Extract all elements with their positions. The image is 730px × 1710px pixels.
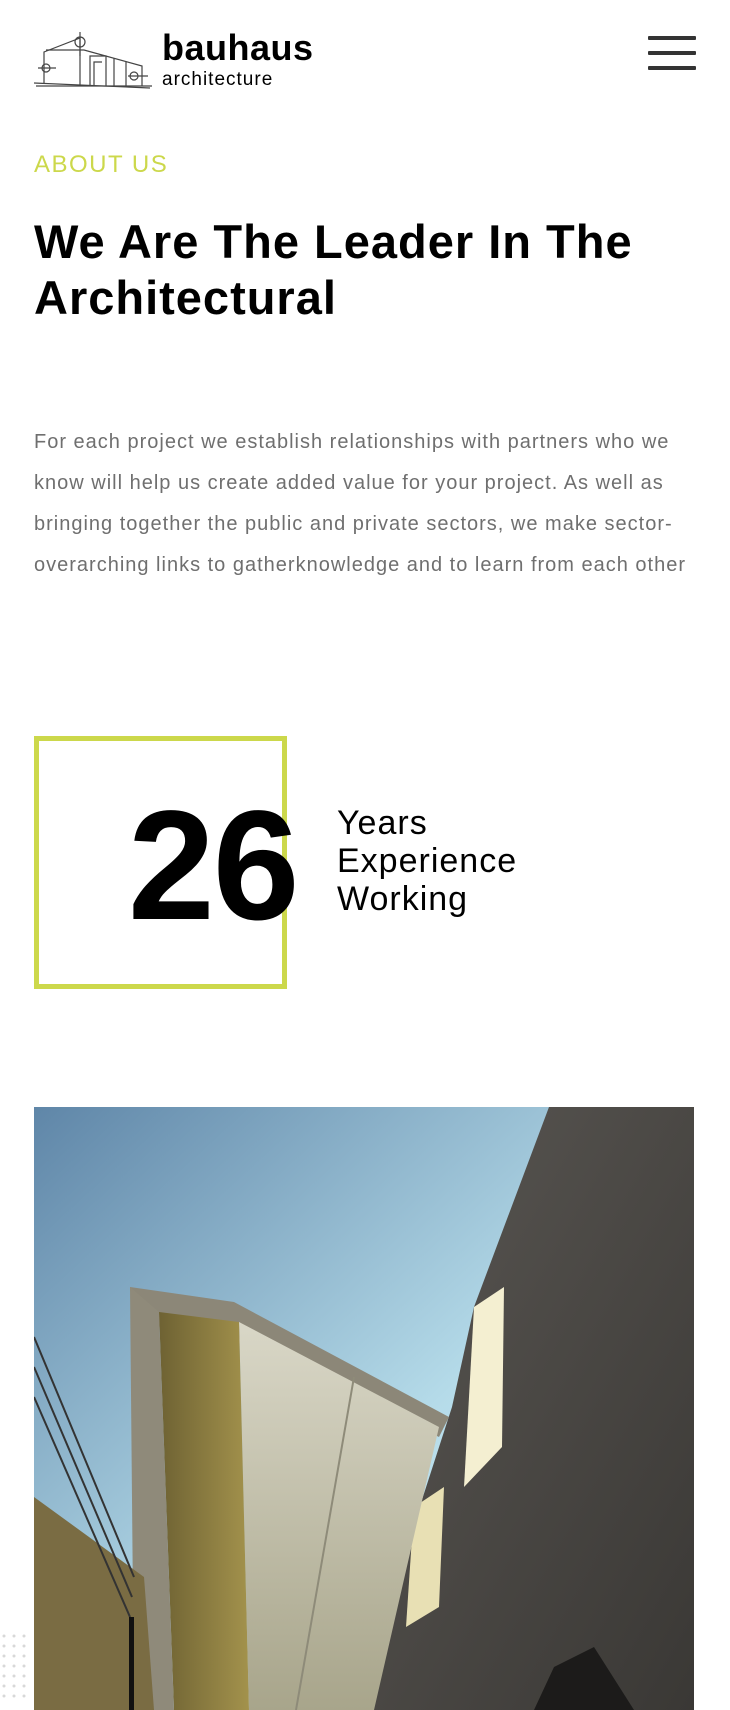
dot-pattern-decoration xyxy=(2,1634,26,1698)
brand-name: bauhaus xyxy=(162,27,314,68)
stat-label-line: Experience xyxy=(337,842,518,880)
menu-bar xyxy=(648,51,696,55)
page: bauhaus architecture ABOUT US We Are The… xyxy=(0,0,730,1710)
logo-text: bauhaus architecture xyxy=(162,27,314,90)
site-header: bauhaus architecture xyxy=(0,0,730,100)
architecture-photo xyxy=(34,1107,694,1710)
stat-label-line: Years xyxy=(337,804,428,842)
logo[interactable]: bauhaus architecture xyxy=(34,28,313,92)
hamburger-menu-icon[interactable] xyxy=(648,36,696,70)
section-eyebrow: ABOUT US xyxy=(34,151,169,178)
section-description: For each project we establish relationsh… xyxy=(34,431,687,576)
stat-label-line: Working xyxy=(337,880,469,918)
building-sketch-icon xyxy=(34,32,152,89)
brand-subtitle: architecture xyxy=(162,69,274,90)
years-experience-label: Years Experience Working xyxy=(337,804,517,918)
menu-bar xyxy=(648,36,696,40)
menu-bar xyxy=(648,66,696,70)
years-experience-number: 26 xyxy=(128,779,300,953)
section-headline: We Are The Leader In The Architectural xyxy=(34,215,633,324)
